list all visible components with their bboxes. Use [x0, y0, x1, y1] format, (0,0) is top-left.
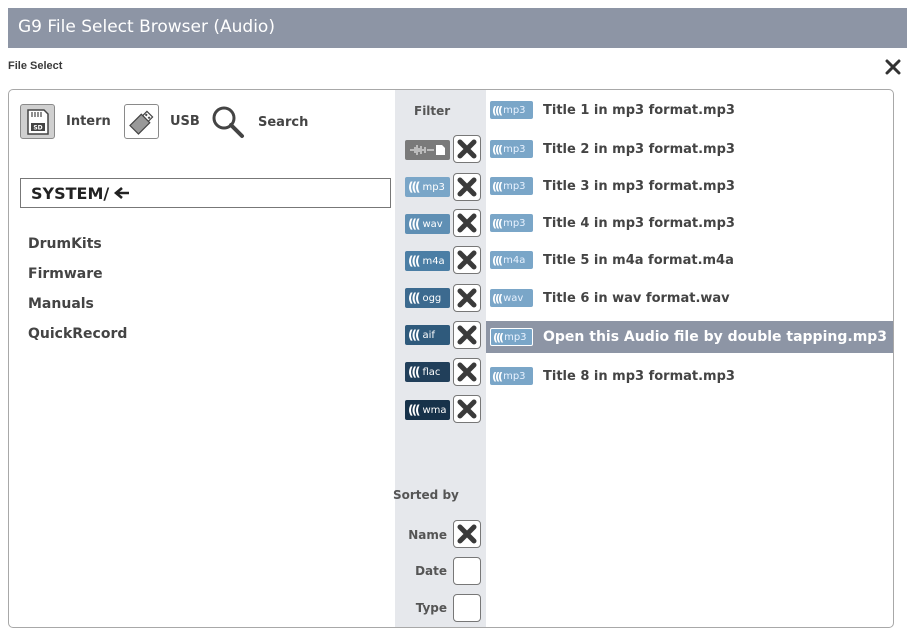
- file-name: Title 2 in mp3 format.mp3: [543, 141, 735, 157]
- file-name: Title 8 in mp3 format.mp3: [543, 368, 735, 384]
- file-name: Title 4 in mp3 format.mp3: [543, 215, 735, 231]
- source-intern-label: Intern: [66, 114, 111, 129]
- sort-type-checkbox[interactable]: [453, 594, 481, 622]
- sort-date-checkbox[interactable]: [453, 557, 481, 585]
- file-row[interactable]: (((mp3 Title 8 in mp3 format.mp3: [486, 360, 893, 392]
- sort-type-label: Type: [415, 601, 447, 615]
- audio-file-icon: (((mp3: [490, 214, 533, 232]
- search-icon: [212, 106, 244, 138]
- folder-item-manuals[interactable]: Manuals: [28, 296, 94, 312]
- file-row[interactable]: (((mp3 Title 4 in mp3 format.mp3: [486, 207, 893, 239]
- filter-badge-aif: (((aif: [405, 325, 450, 345]
- svg-text:SD: SD: [33, 124, 42, 131]
- sort-name-label: Name: [408, 528, 447, 542]
- dialog-subtitle: File Select: [8, 60, 63, 72]
- usb-stick-icon: [124, 104, 159, 139]
- filter-checkbox-m4a[interactable]: [453, 246, 481, 274]
- filter-badge-flac: (((flac: [405, 362, 450, 382]
- file-name: Title 1 in mp3 format.mp3: [543, 102, 735, 118]
- check-x-icon: [457, 325, 477, 345]
- source-search-button[interactable]: Search: [210, 104, 308, 140]
- path-value: SYSTEM/: [31, 183, 110, 203]
- check-x-icon: [457, 399, 477, 419]
- filter-checkbox-all[interactable]: [453, 135, 481, 163]
- check-x-icon: [457, 362, 477, 382]
- sd-card-icon: SD: [20, 104, 55, 139]
- folder-item-firmware[interactable]: Firmware: [28, 266, 103, 282]
- source-intern-button[interactable]: SD Intern: [20, 104, 111, 139]
- file-row[interactable]: (((mp3 Title 2 in mp3 format.mp3: [486, 133, 893, 165]
- filter-badge-m4a: (((m4a: [405, 251, 450, 271]
- sorted-by-title: Sorted by: [393, 488, 459, 502]
- file-row[interactable]: (((m4a Title 5 in m4a format.m4a: [486, 244, 893, 276]
- back-arrow-icon[interactable]: [113, 186, 131, 200]
- audio-file-icon: (((mp3: [490, 101, 533, 119]
- filter-title: Filter: [414, 104, 451, 118]
- filter-checkbox-wav[interactable]: [453, 209, 481, 237]
- file-name: Title 3 in mp3 format.mp3: [543, 178, 735, 194]
- window-titlebar: G9 File Select Browser (Audio): [8, 8, 907, 48]
- check-x-icon: [457, 139, 477, 159]
- check-x-icon: [457, 213, 477, 233]
- window-title: G9 File Select Browser (Audio): [18, 17, 275, 37]
- filter-checkbox-mp3[interactable]: [453, 173, 481, 201]
- filter-badge-all: [405, 140, 450, 160]
- filter-checkbox-aif[interactable]: [453, 321, 481, 349]
- filter-badge-mp3: (((mp3: [405, 177, 450, 197]
- file-name: Title 5 in m4a format.m4a: [543, 252, 734, 268]
- folder-item-drumkits[interactable]: DrumKits: [28, 236, 102, 252]
- file-name: Title 6 in wav format.wav: [543, 290, 730, 306]
- audio-file-icon: (((mp3: [490, 367, 533, 385]
- folder-item-quickrecord[interactable]: QuickRecord: [28, 326, 127, 342]
- filter-checkbox-flac[interactable]: [453, 358, 481, 386]
- check-x-icon: [457, 524, 477, 544]
- filter-badge-ogg: (((ogg: [405, 288, 450, 308]
- check-x-icon: [457, 177, 477, 197]
- check-x-icon: [457, 288, 477, 308]
- file-browser-panel: SD Intern USB Search SYSTEM/ DrumKits Fi…: [8, 89, 894, 628]
- source-usb-label: USB: [170, 114, 200, 129]
- audio-file-icon: (((m4a: [490, 251, 533, 269]
- file-row-selected[interactable]: (((mp3 Open this Audio file by double ta…: [486, 321, 893, 353]
- filter-badge-wav: (((wav: [405, 214, 450, 234]
- filter-badge-wma: (((wma: [405, 400, 450, 420]
- file-row[interactable]: (((wav Title 6 in wav format.wav: [486, 282, 893, 314]
- close-icon[interactable]: [884, 58, 902, 76]
- path-field[interactable]: SYSTEM/: [20, 178, 391, 208]
- filter-checkbox-ogg[interactable]: [453, 284, 481, 312]
- audio-file-icon: (((mp3: [490, 140, 533, 158]
- waveform-all-icon: [410, 145, 445, 155]
- source-usb-button[interactable]: USB: [124, 104, 200, 139]
- audio-file-icon: (((mp3: [490, 177, 533, 195]
- file-row[interactable]: (((mp3 Title 3 in mp3 format.mp3: [486, 170, 893, 202]
- sort-date-label: Date: [415, 564, 447, 578]
- audio-file-icon: (((mp3: [490, 328, 533, 346]
- filter-checkbox-wma[interactable]: [453, 395, 481, 423]
- sort-name-checkbox[interactable]: [453, 520, 481, 548]
- source-search-label: Search: [258, 114, 309, 130]
- check-x-icon: [457, 250, 477, 270]
- audio-file-icon: (((wav: [490, 289, 533, 307]
- file-row[interactable]: (((mp3 Title 1 in mp3 format.mp3: [486, 94, 893, 126]
- file-name: Open this Audio file by double tapping.m…: [543, 329, 888, 345]
